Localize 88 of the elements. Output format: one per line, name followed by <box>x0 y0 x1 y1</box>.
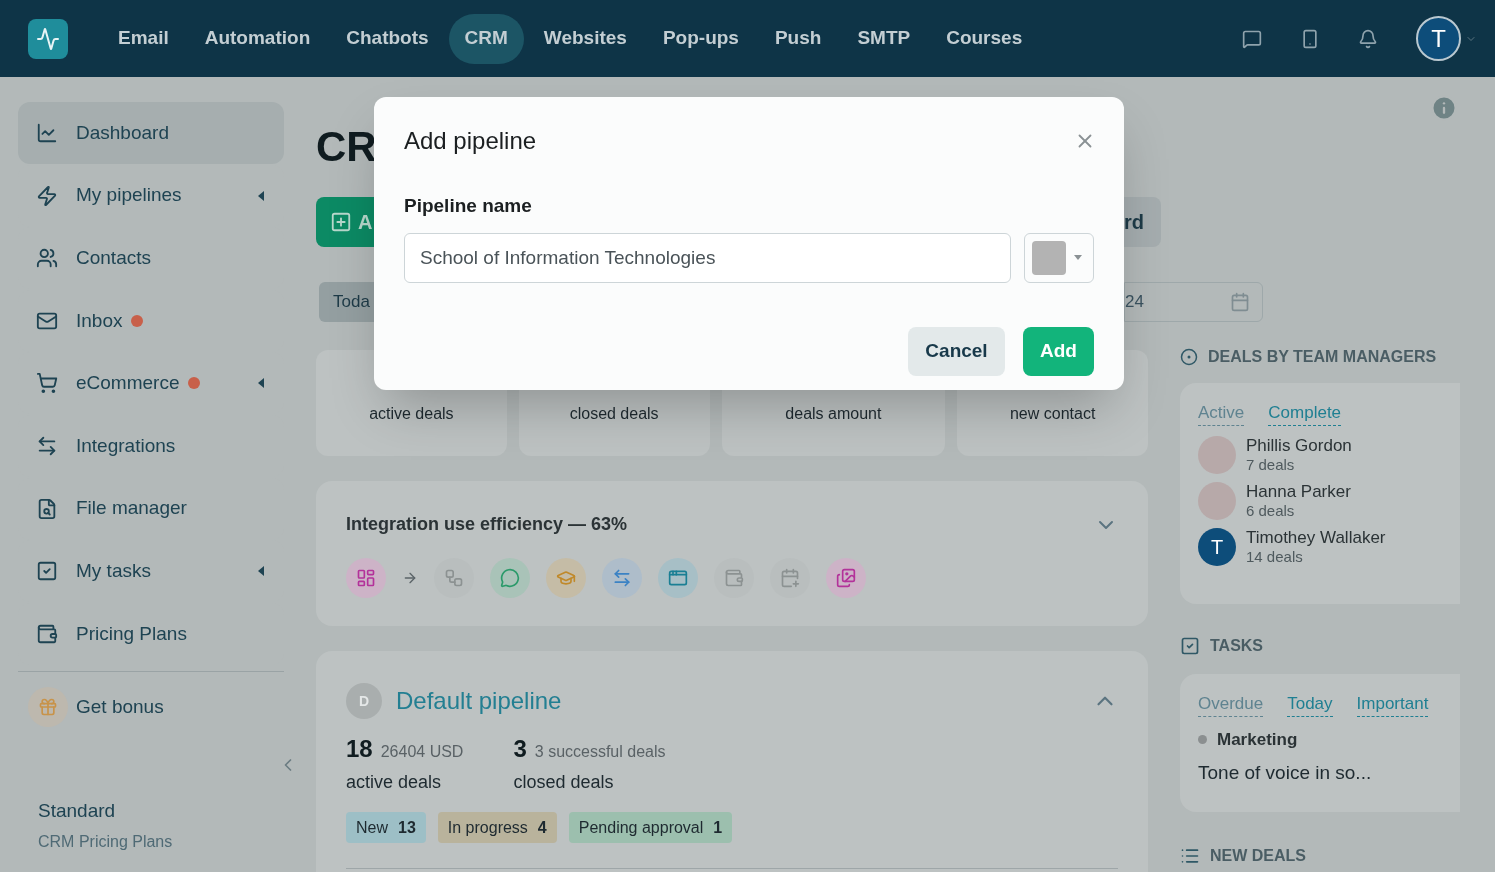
graduation-cap-icon[interactable] <box>546 558 586 598</box>
nav-tab[interactable]: Pop-ups <box>646 13 755 64</box>
cancel-button[interactable]: Cancel <box>908 326 1005 376</box>
manager-name: Timothey Wallaker <box>1246 528 1386 548</box>
nav-tab[interactable]: Chatbots <box>330 13 445 64</box>
nav-tab[interactable]: CRM <box>448 13 524 64</box>
window-icon[interactable] <box>658 558 698 598</box>
checkbox-icon <box>1180 636 1200 656</box>
sidebar-label: Contacts <box>76 245 151 270</box>
avatar: T <box>1198 528 1236 566</box>
calendar-plus-icon[interactable] <box>770 558 810 598</box>
deal-label: active deals <box>346 771 443 794</box>
sidebar-label: My tasks <box>76 558 151 583</box>
sidebar-label: Pricing Plans <box>76 621 187 646</box>
bonus-label: Get bonus <box>76 695 164 720</box>
avatar <box>1198 436 1236 474</box>
task-category: Marketing <box>1217 729 1298 751</box>
phone-icon[interactable] <box>1300 28 1320 49</box>
arrow-icon <box>402 570 418 586</box>
people-icon <box>36 247 58 270</box>
manager-deals: 7 deals <box>1246 456 1296 474</box>
pipeline-name-field[interactable]: School of Information Technologies <box>404 232 1011 283</box>
section-title: TASKS <box>1210 636 1264 656</box>
arrows-icon <box>36 434 58 457</box>
lightning-icon <box>36 184 58 207</box>
section-title: NEW DEALS <box>1210 846 1306 866</box>
pipeline-avatar: D <box>346 683 382 719</box>
deal-label: closed deals <box>513 771 615 794</box>
sidebar-label: File manager <box>76 496 187 521</box>
avatar <box>1198 482 1236 520</box>
deal-count: 3 <box>513 734 527 764</box>
workflow-icon[interactable] <box>434 558 474 598</box>
add-button[interactable]: A <box>316 197 374 247</box>
plan-caption: CRM Pricing Plans <box>38 831 174 852</box>
sidebar-label: Inbox <box>76 308 123 333</box>
manager-deals: 6 deals <box>1246 502 1296 520</box>
sidebar-label: Dashboard <box>76 120 169 145</box>
bell-icon[interactable] <box>1358 28 1378 49</box>
plan-name: Standard <box>38 799 117 824</box>
toolbar-button[interactable]: rd <box>1124 197 1161 247</box>
deal-detail: 3 successful deals <box>534 742 666 762</box>
caret-icon <box>1074 255 1082 260</box>
page-title: CR <box>316 122 377 172</box>
chart-icon <box>36 122 58 144</box>
manager-name: Phillis Gordon <box>1246 436 1352 456</box>
user-avatar[interactable]: T <box>1416 16 1461 61</box>
cart-icon <box>36 372 58 395</box>
deal-count: 18 <box>346 734 373 764</box>
sidebar-item[interactable]: Dashboard <box>18 102 284 164</box>
manager-deals: 14 deals <box>1246 548 1304 566</box>
bonus-item[interactable]: Get bonus <box>18 687 284 728</box>
date-field[interactable]: 24 <box>1124 282 1263 322</box>
nav-tab[interactable]: Push <box>758 13 838 64</box>
add-icon <box>330 211 352 233</box>
checkbox-icon <box>36 560 58 583</box>
nav-tab[interactable]: Courses <box>930 13 1039 64</box>
arrows-icon[interactable] <box>602 558 642 598</box>
color-picker[interactable] <box>1024 232 1094 283</box>
calendar-icon <box>1230 292 1250 312</box>
task-title[interactable]: Tone of voice in so... <box>1198 758 1442 787</box>
wallet-icon <box>36 622 58 645</box>
sidebar-label: Integrations <box>76 433 176 458</box>
stage-tag[interactable]: In progress 4 <box>437 812 557 843</box>
gift-icon <box>28 687 68 728</box>
nav-tab[interactable]: Websites <box>527 13 643 64</box>
manager-name: Hanna Parker <box>1246 482 1351 502</box>
wallet-icon[interactable] <box>714 558 754 598</box>
info-icon[interactable] <box>1430 94 1458 122</box>
layout-icon[interactable] <box>346 558 386 598</box>
deal-detail: 26404 USD <box>380 742 464 762</box>
card-title: Integration use efficiency — 63% <box>346 513 628 536</box>
stage-tag[interactable]: Pending approval 1 <box>568 812 733 843</box>
nav-tab[interactable]: SMTP <box>841 13 927 64</box>
sidebar-label: My pipelines <box>76 183 182 208</box>
target-icon <box>1180 348 1198 366</box>
gallery-icon[interactable] <box>826 558 866 598</box>
dialog-title: Add pipeline <box>404 126 537 156</box>
sidebar-label: eCommerce <box>76 371 180 396</box>
period-chip[interactable]: Toda <box>319 282 374 322</box>
section-title: DEALS BY TEAM MANAGERS <box>1208 347 1437 367</box>
list-icon <box>1180 846 1200 866</box>
logo-icon[interactable] <box>28 18 68 59</box>
nav-tab[interactable]: Email <box>102 13 185 64</box>
chat-icon[interactable] <box>1242 28 1262 49</box>
nav-tab[interactable]: Automation <box>188 13 327 64</box>
stage-tag[interactable]: New 13 <box>346 812 426 843</box>
file-icon <box>36 497 58 520</box>
field-label: Pipeline name <box>404 194 533 218</box>
